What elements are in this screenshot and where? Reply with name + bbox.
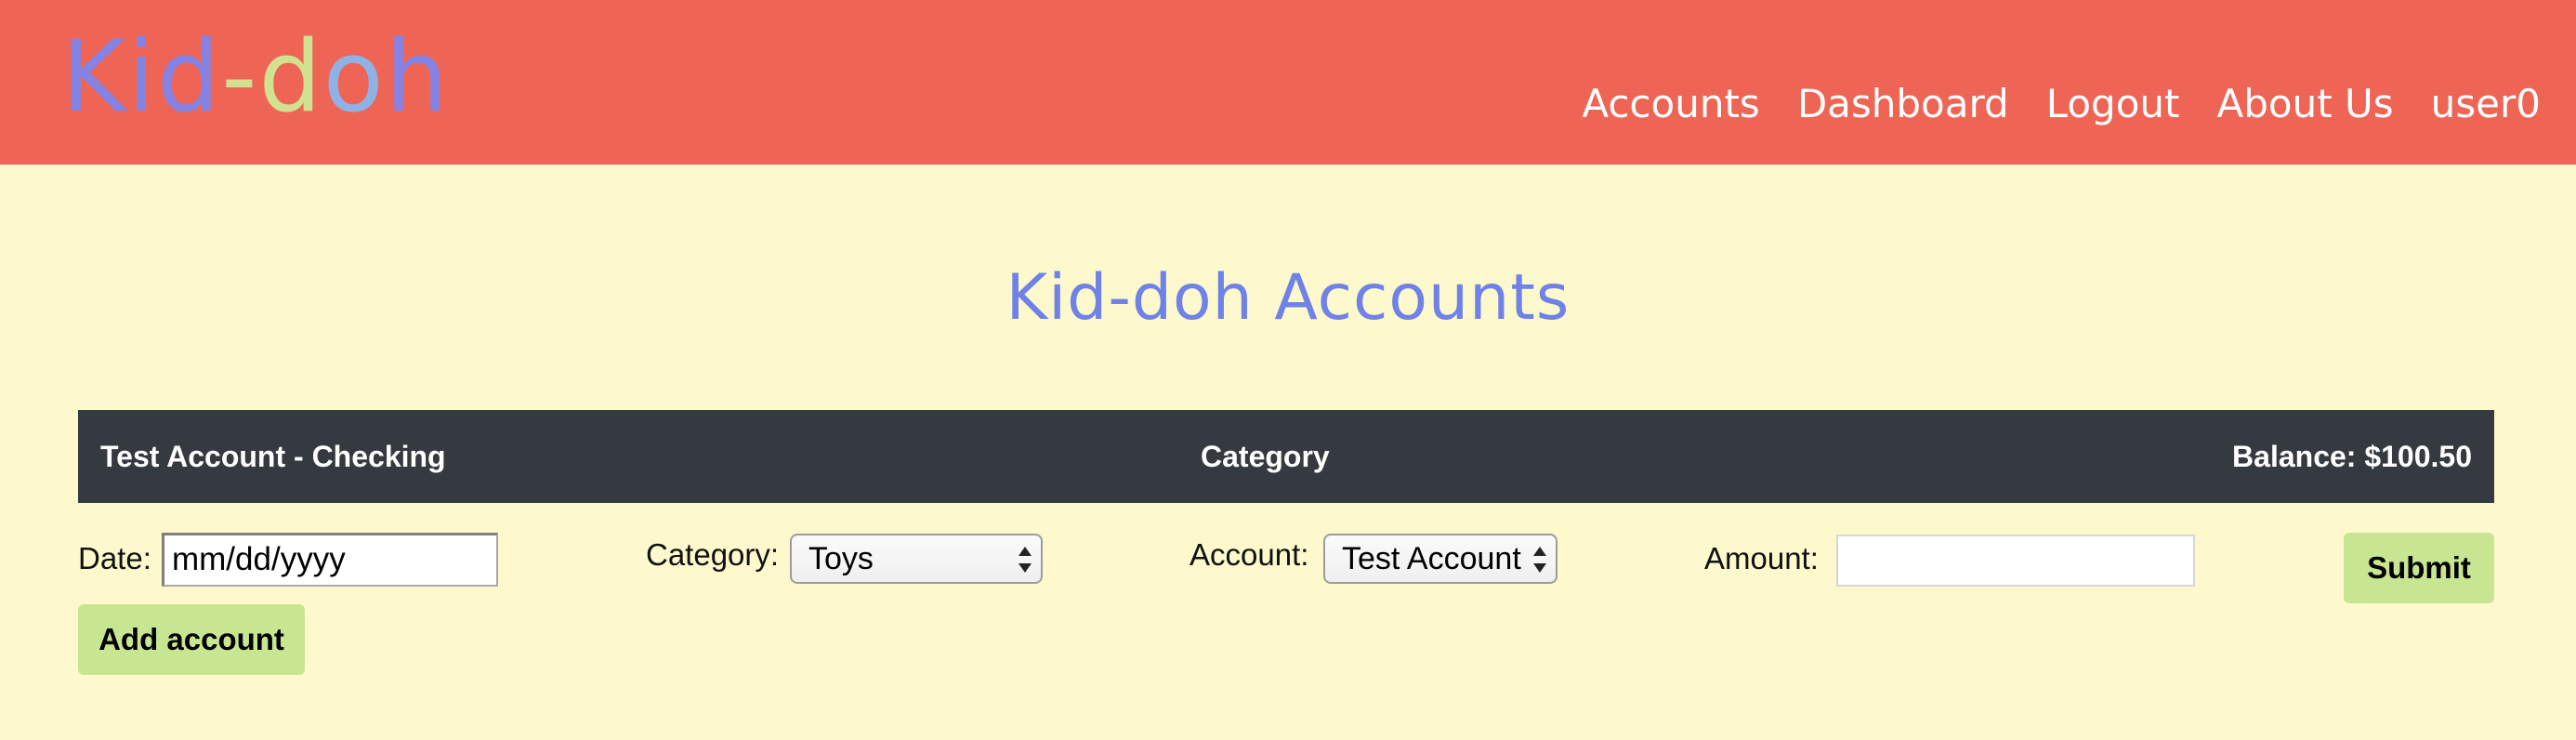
logo-part: Kid bbox=[61, 20, 222, 134]
nav-user[interactable]: user0 bbox=[2431, 76, 2541, 132]
date-label: Date: bbox=[78, 541, 151, 575]
select-arrows-icon bbox=[1019, 543, 1032, 576]
date-input[interactable]: mm/dd/yyyy bbox=[162, 533, 498, 587]
nav-dashboard[interactable]: Dashboard bbox=[1797, 76, 2009, 132]
nav-logout[interactable]: Logout bbox=[2046, 76, 2180, 132]
logo-part: - bbox=[221, 20, 259, 134]
account-header-bar: Test Account - Checking Category Balance… bbox=[78, 410, 2494, 503]
main-nav: Accounts Dashboard Logout About Us user0 bbox=[1582, 76, 2541, 132]
logo-part: o bbox=[322, 20, 386, 134]
header-bar: Kid-doh Accounts Dashboard Logout About … bbox=[0, 0, 2576, 165]
page-title: Kid-doh Accounts bbox=[1005, 261, 1571, 335]
select-arrows-icon bbox=[1533, 543, 1546, 576]
category-column-header: Category bbox=[1201, 440, 1330, 473]
account-balance: Balance: $100.50 bbox=[2232, 440, 2472, 473]
account-name: Test Account - Checking bbox=[100, 440, 446, 473]
category-select-value: Toys bbox=[808, 541, 874, 576]
nav-about-us[interactable]: About Us bbox=[2217, 76, 2394, 132]
submit-button[interactable]: Submit bbox=[2344, 533, 2494, 603]
amount-input[interactable] bbox=[1836, 535, 2195, 587]
logo-part: d bbox=[258, 20, 323, 134]
logo[interactable]: Kid-doh bbox=[61, 17, 450, 138]
logo-part: h bbox=[385, 20, 450, 134]
add-account-button[interactable]: Add account bbox=[78, 604, 305, 675]
account-label: Account: bbox=[1189, 537, 1309, 572]
amount-label: Amount: bbox=[1704, 541, 1819, 575]
category-select[interactable]: Toys bbox=[790, 534, 1043, 584]
account-select-value: Test Account bbox=[1342, 541, 1521, 576]
category-label: Category: bbox=[646, 537, 780, 572]
account-select[interactable]: Test Account bbox=[1323, 534, 1557, 584]
nav-accounts[interactable]: Accounts bbox=[1582, 76, 1759, 132]
